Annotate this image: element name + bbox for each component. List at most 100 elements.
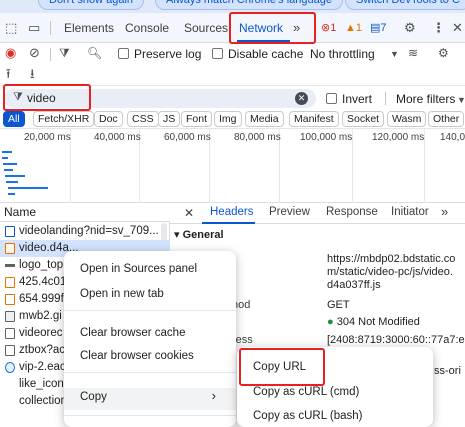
active-details-tab-indicator [202, 222, 255, 224]
error-count[interactable]: ⊗1 [321, 21, 336, 35]
tab-response[interactable]: Response [326, 206, 378, 218]
import-har-icon[interactable]: ⭱ [6, 67, 11, 81]
export-har-icon[interactable]: ⭳ [30, 67, 35, 81]
chip-all[interactable]: All [3, 111, 25, 127]
request-name: logo_top [19, 259, 64, 271]
chevron-down-icon[interactable]: ▼ [457, 93, 465, 107]
timeline-tick-label: 80,000 ms [234, 132, 281, 143]
image-icon [5, 311, 15, 322]
chip-doc[interactable]: Doc [94, 111, 123, 127]
chip-img[interactable]: Img [214, 111, 242, 127]
close-details-icon[interactable]: ✕ [184, 206, 194, 220]
script-icon [5, 243, 15, 254]
invert-checkbox[interactable] [326, 93, 337, 104]
open-in-new-tab-item[interactable]: Open in new tab [64, 288, 236, 300]
throttling-select[interactable]: No throttling [310, 47, 375, 61]
timeline-overview[interactable]: 20,000 ms 40,000 ms 60,000 ms 80,000 ms … [0, 129, 465, 203]
open-in-sources-panel-item[interactable]: Open in Sources panel [64, 263, 236, 275]
inspect-element-icon[interactable]: ⬚ [5, 20, 17, 36]
warning-count[interactable]: ▲1 [345, 21, 362, 35]
request-name: 654.999f [19, 293, 64, 305]
more-filters-button[interactable]: More filters [396, 92, 455, 106]
timeline-tick-label: 140,00 [440, 132, 465, 143]
timeline-bar [8, 187, 48, 189]
preserve-log-checkbox[interactable] [118, 48, 129, 59]
status-code-value: ● 304 Not Modified [327, 316, 420, 329]
copy-item[interactable]: Copy › [64, 388, 236, 410]
request-name: like_icon [19, 378, 64, 390]
request-url-line: d4a037ff.js [327, 279, 381, 291]
tab-headers[interactable]: Headers [210, 206, 253, 218]
chip-manifest[interactable]: Manifest [289, 111, 339, 127]
chip-font[interactable]: Font [181, 111, 213, 127]
timeline-bar [2, 151, 12, 153]
referrer-policy-value: ss-ori [434, 365, 461, 377]
dont-show-again-button[interactable]: Don't show again [38, 0, 145, 10]
tab-console[interactable]: Console [125, 13, 169, 43]
chip-fetch-xhr[interactable]: Fetch/XHR [33, 111, 95, 127]
menu-separator [64, 372, 236, 373]
document-icon [5, 345, 15, 356]
network-toolbar: ◉ ⊘ ⧩ 🔍︎ Preserve log Disable cache No t… [0, 43, 465, 65]
timeline-bar [5, 175, 25, 177]
chip-wasm[interactable]: Wasm [387, 111, 427, 127]
clear-filter-icon[interactable]: ✕ [295, 92, 308, 105]
filter-funnel-icon[interactable]: ⧩ [59, 46, 70, 60]
resource-type-filter: All Fetch/XHR Doc CSS JS Font Img Media … [0, 110, 465, 129]
request-name: ztbox?ac [19, 344, 66, 356]
tab-preview[interactable]: Preview [269, 206, 310, 218]
submenu-arrow-icon: › [211, 388, 216, 403]
name-column-header[interactable]: Name [0, 203, 170, 222]
chip-media[interactable]: Media [245, 111, 284, 127]
clear-log-icon[interactable]: ⊘ [29, 46, 40, 60]
request-name: vip-2.eac [19, 361, 66, 373]
timeline-tick-label: 20,000 ms [24, 132, 71, 143]
request-method-value: GET [327, 299, 350, 311]
disable-cache-checkbox[interactable] [212, 48, 223, 59]
customize-menu-icon[interactable]: ⋮ [432, 20, 445, 36]
always-match-language-button[interactable]: Always match Chrome's language [155, 0, 343, 10]
network-settings-gear-icon[interactable]: ⚙ [438, 46, 449, 60]
clear-browser-cache-item[interactable]: Clear browser cache [64, 327, 236, 339]
timeline-bar [8, 193, 15, 195]
more-details-tabs-button[interactable]: » [441, 204, 448, 219]
network-conditions-icon[interactable]: ≋ [408, 46, 418, 60]
chip-other[interactable]: Other [428, 111, 465, 127]
name-column-label: Name [4, 205, 37, 219]
chip-socket[interactable]: Socket [342, 111, 385, 127]
general-section-header[interactable]: ▾ General [174, 228, 224, 241]
copy-as-curl-cmd-item[interactable]: Copy as cURL (cmd) [237, 386, 433, 398]
chevron-down-icon[interactable]: ▼ [390, 47, 399, 61]
timeline-bar [2, 157, 8, 159]
script-icon [5, 294, 15, 305]
clear-browser-cookies-item[interactable]: Clear browser cookies [64, 350, 236, 362]
timeline-tick-label: 120,000 ms [372, 132, 425, 143]
timeline-bar [6, 181, 18, 183]
status-code-text: 304 Not Modified [336, 316, 420, 328]
tab-initiator[interactable]: Initiator [391, 206, 429, 218]
message-icon: ▤ [370, 22, 381, 34]
switch-devtools-button[interactable]: Switch DevTools to C [345, 0, 465, 10]
search-icon[interactable]: 🔍︎ [87, 46, 102, 60]
device-toolbar-icon[interactable]: ▭ [28, 20, 40, 36]
menu-separator [64, 415, 236, 416]
menu-separator [64, 310, 236, 311]
general-section-title: General [182, 229, 224, 241]
status-dot-icon: ● [327, 316, 334, 328]
script-icon [5, 277, 15, 288]
tab-elements[interactable]: Elements [64, 13, 114, 43]
disable-cache-label: Disable cache [228, 47, 304, 61]
record-icon[interactable]: ◉ [5, 46, 16, 60]
chip-css[interactable]: CSS [127, 111, 159, 127]
message-count[interactable]: ▤7 [370, 21, 387, 35]
settings-gear-icon[interactable]: ⚙ [404, 20, 416, 36]
request-row[interactable]: videolanding?nid=sv_709... [0, 223, 170, 240]
warning-count-value: 1 [355, 22, 363, 34]
tab-sources[interactable]: Sources [184, 13, 228, 43]
error-count-value: 1 [330, 22, 337, 34]
close-devtools-icon[interactable]: ✕ [452, 20, 463, 36]
copy-as-curl-bash-item[interactable]: Copy as cURL (bash) [237, 410, 433, 422]
chip-js[interactable]: JS [158, 111, 181, 127]
request-name: videorec [19, 327, 63, 339]
timeline-tick-label: 100,000 ms [300, 132, 353, 143]
